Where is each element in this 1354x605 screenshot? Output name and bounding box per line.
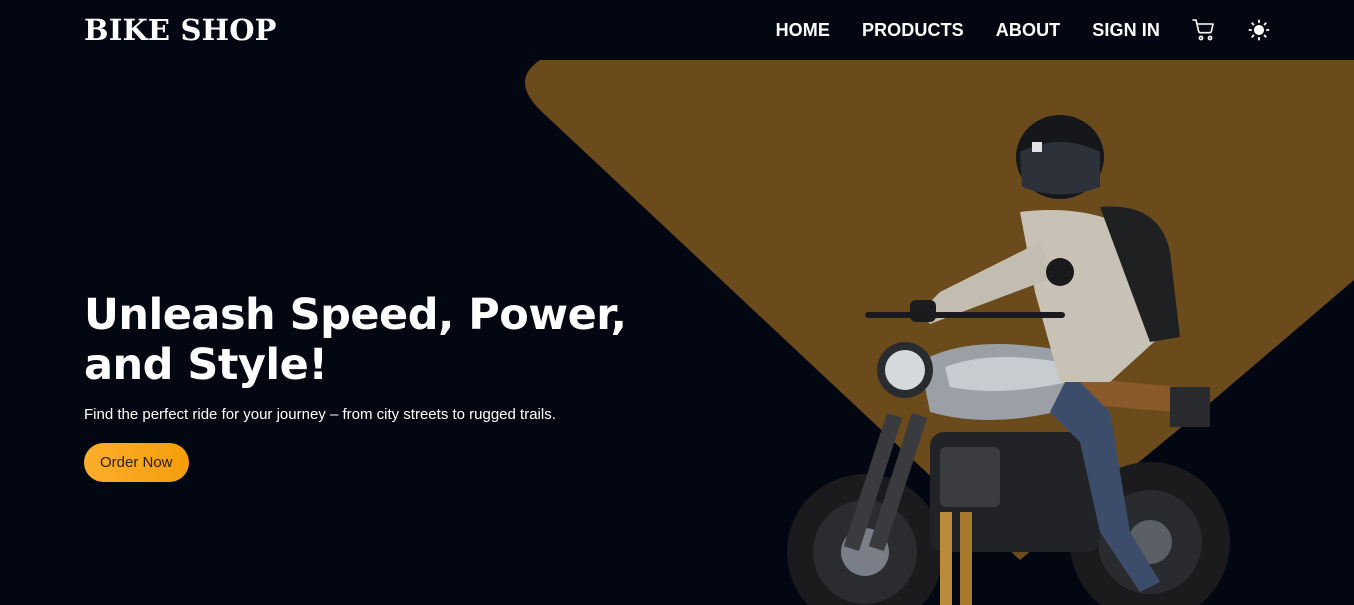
hero-title: Unleash Speed, Power, and Style!	[84, 290, 644, 390]
order-now-button[interactable]: Order Now	[84, 443, 189, 482]
nav-products-link[interactable]: PRODUCTS	[862, 20, 964, 41]
top-navbar: BIKE SHOP HOME PRODUCTS ABOUT SIGN IN	[0, 0, 1354, 60]
nav-signin-link[interactable]: SIGN IN	[1092, 20, 1160, 41]
hero-section: Unleash Speed, Power, and Style! Find th…	[84, 290, 644, 482]
nav-about-link[interactable]: ABOUT	[996, 20, 1061, 41]
brand-logo[interactable]: BIKE SHOP	[84, 13, 277, 47]
motorcycle-rider-image	[787, 115, 1230, 605]
hero-title-line-2: and Style!	[84, 340, 328, 390]
sun-icon[interactable]	[1248, 19, 1270, 41]
nav-home-link[interactable]: HOME	[776, 20, 830, 41]
hero-title-line-1: Unleash Speed, Power,	[84, 290, 627, 340]
hero-subtitle: Find the perfect ride for your journey –…	[84, 406, 556, 423]
cart-icon[interactable]	[1192, 18, 1216, 42]
nav-links: HOME PRODUCTS ABOUT SIGN IN	[776, 0, 1270, 60]
